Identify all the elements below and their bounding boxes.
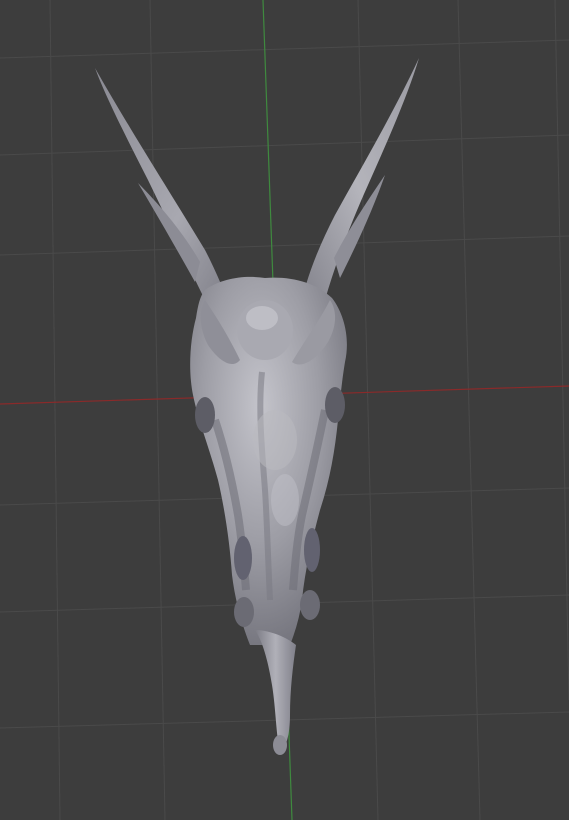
right-lower-cavity (304, 528, 320, 572)
left-outer-horn (95, 68, 233, 318)
left-nostril (234, 597, 254, 627)
grid-line-horizontal (0, 235, 569, 256)
grid-line-vertical (149, 0, 166, 820)
grid-line-vertical (357, 0, 379, 820)
grid-line-vertical (457, 0, 481, 820)
3d-viewport[interactable] (0, 0, 569, 820)
viewport-canvas[interactable] (0, 0, 569, 820)
grid-line-vertical (49, 0, 61, 820)
sculpt-mesh-object[interactable] (95, 58, 419, 755)
grid-line-horizontal (0, 134, 569, 156)
right-eye-socket (325, 387, 345, 423)
snout (255, 630, 296, 752)
snout-tip (273, 735, 287, 755)
grid-line-horizontal (0, 39, 569, 59)
right-nostril (300, 590, 320, 620)
left-eye-socket (195, 397, 215, 433)
forehead-highlight (253, 410, 297, 470)
mid-face-highlight (271, 474, 299, 526)
left-lower-cavity (234, 536, 252, 580)
brow-highlight (246, 306, 278, 330)
right-outer-horn (298, 58, 419, 318)
